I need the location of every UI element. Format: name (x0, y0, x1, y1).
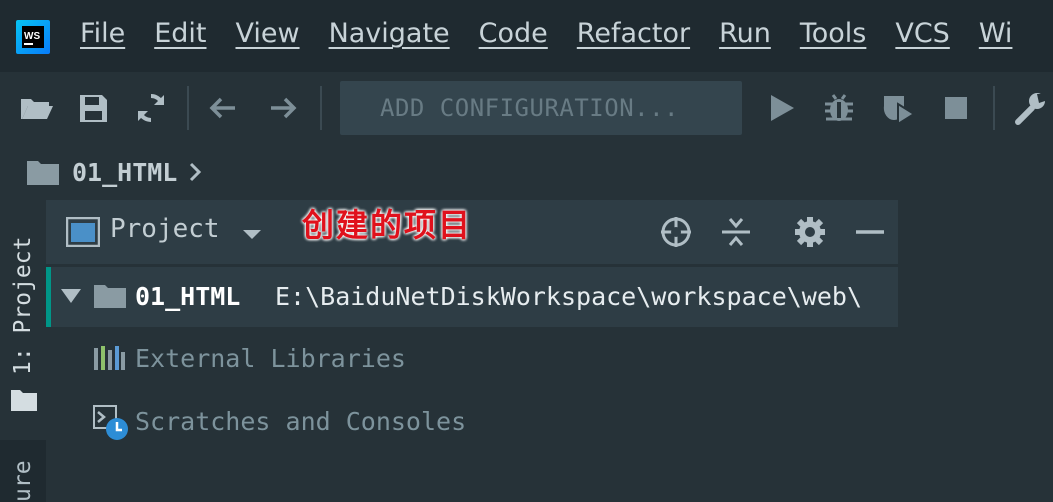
toolbar-separator (993, 86, 995, 130)
library-icon (94, 346, 125, 370)
project-tool-tab-label[interactable]: 1: Project (10, 237, 36, 375)
folder-icon (94, 285, 126, 308)
expand-arrow-icon[interactable] (60, 285, 82, 307)
menu-refactor[interactable]: Refactor (577, 18, 690, 49)
breadcrumb[interactable]: 01_HTML (26, 150, 209, 194)
chevron-right-icon (190, 162, 202, 182)
menu-vcs[interactable]: VCS (895, 18, 949, 49)
menu-window[interactable]: Wi (979, 18, 1013, 49)
stop-icon[interactable] (938, 90, 974, 126)
menu-view[interactable]: View (235, 18, 299, 49)
hide-panel-icon[interactable] (853, 215, 887, 249)
toolbar-separator (320, 86, 322, 130)
folder-icon (27, 161, 59, 185)
wrench-icon[interactable] (1012, 90, 1048, 126)
annotation-text: 创建的项目 (302, 206, 473, 244)
locate-icon[interactable] (659, 215, 693, 249)
menu-items: File Edit View Navigate Code Refactor Ru… (80, 18, 1041, 49)
run-icon[interactable] (764, 90, 800, 126)
menu-edit[interactable]: Edit (154, 18, 206, 49)
collapse-all-icon[interactable] (719, 215, 753, 249)
gear-icon[interactable] (793, 215, 827, 249)
tree-item-scratches-and-consoles[interactable]: Scratches and Consoles (135, 407, 466, 436)
webstorm-logo-icon: WS (16, 20, 50, 54)
tree-item-external-libraries[interactable]: External Libraries (135, 344, 406, 373)
save-icon[interactable] (75, 90, 111, 126)
add-configuration-button[interactable]: ADD CONFIGURATION... (340, 81, 742, 135)
menu-file[interactable]: File (80, 18, 125, 49)
toolbar-separator (187, 86, 189, 130)
breadcrumb-project[interactable]: 01_HTML (72, 158, 177, 187)
panel-title[interactable]: Project (110, 214, 220, 244)
sync-icon[interactable] (133, 90, 169, 126)
menu-code[interactable]: Code (479, 18, 548, 49)
menu-run[interactable]: Run (719, 18, 771, 49)
menu-tools[interactable]: Tools (800, 18, 867, 49)
tree-item-path: E:\BaiduNetDiskWorkspace\workspace\web\ (275, 282, 862, 311)
svg-text:WS: WS (24, 31, 40, 42)
menu-navigate[interactable]: Navigate (329, 18, 450, 49)
project-view-icon (66, 217, 100, 247)
tree-item-name[interactable]: 01_HTML (135, 282, 240, 311)
coverage-icon[interactable] (880, 90, 916, 126)
editor-area (898, 200, 1053, 502)
debug-icon[interactable] (821, 90, 857, 126)
dropdown-caret-icon[interactable] (240, 222, 264, 246)
structure-tool-tab-label[interactable]: ure (10, 460, 36, 502)
scratches-icon (93, 405, 128, 440)
back-arrow-icon[interactable] (205, 90, 241, 126)
folder-icon (11, 390, 37, 411)
forward-arrow-icon[interactable] (265, 90, 301, 126)
open-folder-icon[interactable] (18, 90, 54, 126)
menu-bar: WS File Edit View Navigate Code Refactor… (0, 0, 1053, 72)
